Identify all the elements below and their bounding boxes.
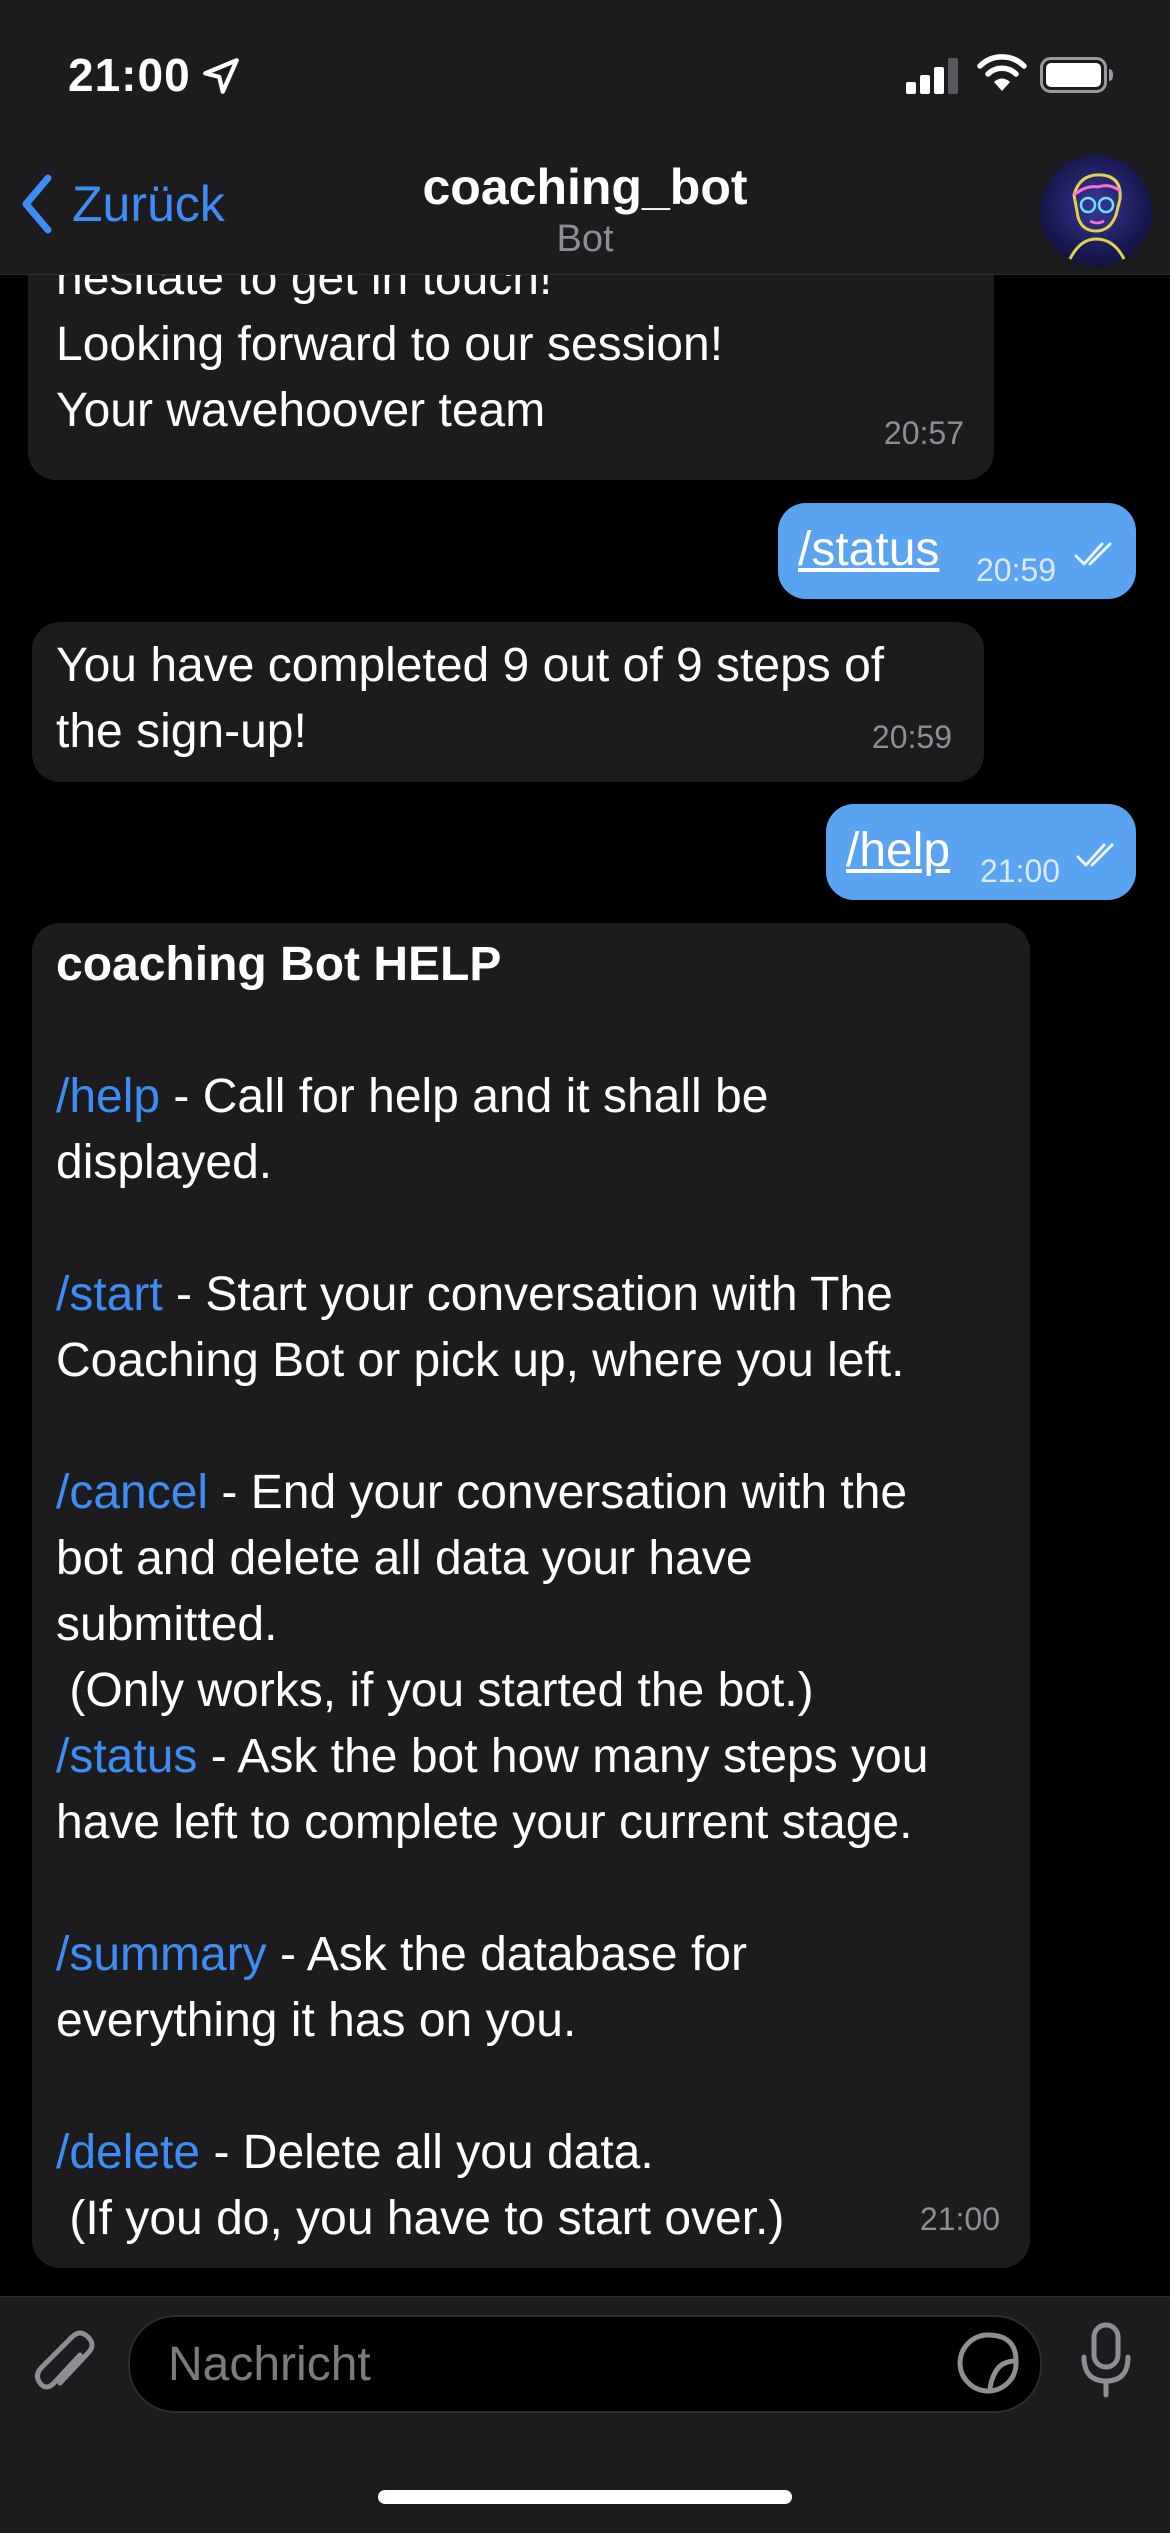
home-indicator[interactable]	[378, 2490, 792, 2504]
command-link-start[interactable]: /start	[56, 1268, 163, 1321]
message-time: 20:57	[883, 415, 964, 451]
message-bubble-incoming[interactable]: You have completed 9 out of 9 steps of t…	[32, 622, 984, 782]
status-time: 21:00	[68, 49, 191, 101]
message-bubble-outgoing[interactable]: /help 21:00	[826, 804, 1136, 900]
double-check-read-icon	[1074, 542, 1112, 566]
status-bar: 21:00	[0, 0, 1170, 150]
command-description: - Call for help and it shall be displaye…	[56, 1070, 769, 1189]
battery-icon	[1040, 57, 1113, 93]
bot-avatar[interactable]	[1040, 155, 1152, 267]
message-text[interactable]: /status	[798, 517, 939, 583]
sticker-icon[interactable]	[956, 2331, 1020, 2395]
message-bubble-incoming[interactable]: coaching Bot HELP /help - Call for help …	[32, 923, 1030, 2268]
message-bubble-outgoing[interactable]: /status 20:59	[778, 503, 1136, 599]
message-text[interactable]: /help	[846, 818, 950, 884]
message-time: 21:00	[980, 853, 1061, 889]
command-link-help[interactable]: /help	[56, 1070, 160, 1123]
message-input-placeholder: Nachricht	[168, 2338, 371, 2391]
message-time: 21:00	[919, 2201, 1000, 2237]
message-input[interactable]: Nachricht	[128, 2315, 1042, 2413]
message-text: You have completed 9 out of 9 steps of t…	[56, 639, 885, 758]
command-link-delete[interactable]: /delete	[56, 2126, 200, 2179]
message-list[interactable]: hesitate to get in touch! Looking forwar…	[0, 275, 1170, 2295]
message-time: 20:59	[976, 552, 1057, 588]
microphone-icon[interactable]	[1076, 2321, 1136, 2401]
message-time: 20:59	[871, 719, 952, 755]
chat-title[interactable]: coaching_bot	[0, 158, 1170, 216]
cellular-signal-icon	[906, 58, 958, 94]
paperclip-icon[interactable]	[28, 2325, 100, 2405]
message-text: hesitate to get in touch! Looking forwar…	[56, 275, 724, 437]
double-check-read-icon	[1076, 843, 1114, 867]
location-arrow-icon	[203, 58, 239, 94]
wifi-icon	[977, 54, 1027, 91]
help-message-text: coaching Bot HELP /help - Call for help …	[56, 932, 1016, 2252]
message-bubble-incoming[interactable]: hesitate to get in touch! Looking forwar…	[28, 275, 994, 480]
chat-header: Zurück coaching_bot Bot	[0, 150, 1170, 275]
command-link-summary[interactable]: /summary	[56, 1928, 267, 1981]
command-link-status[interactable]: /status	[56, 1730, 197, 1783]
avatar-illustration-icon	[1068, 173, 1126, 260]
chat-subtitle: Bot	[556, 218, 614, 260]
command-link-cancel[interactable]: /cancel	[56, 1466, 208, 1519]
command-description: - Start your conversation with The Coach…	[56, 1268, 905, 1387]
help-heading: coaching Bot HELP	[56, 938, 502, 991]
